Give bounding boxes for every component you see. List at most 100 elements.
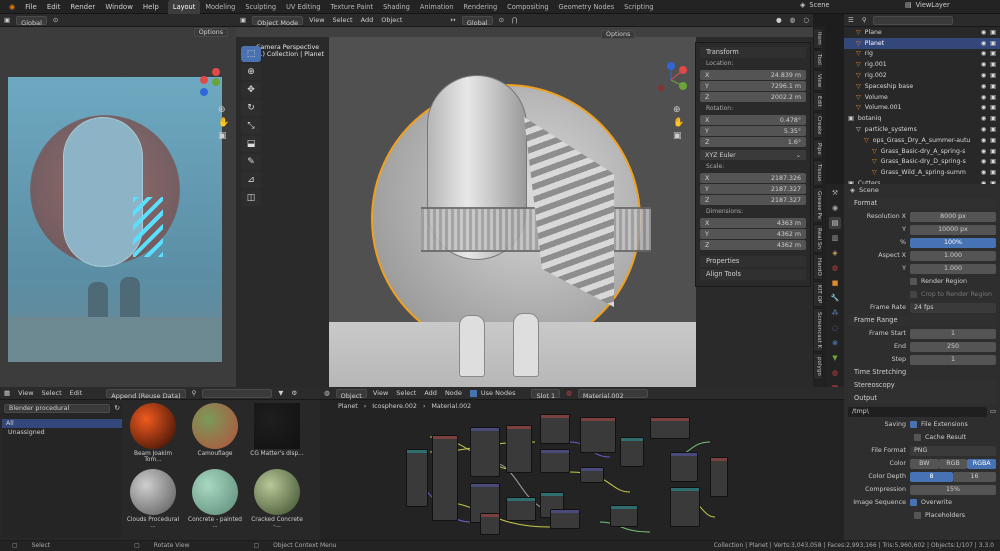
eye-icon[interactable]: ◉ [981,148,986,155]
color-rgb-button[interactable]: RGB [938,458,968,469]
sidebar-tab-hardops[interactable]: HardO [813,253,823,280]
file-extensions-checkbox[interactable] [910,421,917,428]
select-box-tool-icon[interactable]: ⬚ [241,46,261,62]
sidebar-tab-kitops[interactable]: KIT OP [813,280,823,307]
overwrite-checkbox[interactable] [910,499,917,506]
scene-props-icon[interactable]: ◈ [829,247,841,259]
camera-render-icon[interactable]: ▣ [990,115,996,122]
camera-render-icon[interactable]: ▣ [990,169,996,176]
pivot-icon[interactable]: ⊙ [495,14,508,27]
eye-icon[interactable]: ◉ [981,40,986,47]
eye-icon[interactable]: ◉ [981,61,986,68]
outliner-row[interactable]: ▽ Planet ◉ ▣ [844,37,1000,49]
left-view-options[interactable]: Options [192,28,230,37]
mode-dropdown[interactable]: Object Mode [252,15,304,27]
camera-render-icon[interactable]: ▣ [990,158,996,165]
shader-node[interactable] [710,457,728,497]
viewport-menu-view[interactable]: View [305,14,328,27]
shader-node[interactable] [670,487,700,527]
shader-node[interactable] [506,497,536,521]
depth-8-button[interactable]: 8 [910,471,953,482]
viewport-zoom-icon[interactable]: ⊕ [673,105,687,115]
node-menu-node[interactable]: Node [441,387,466,400]
asset-settings-gear-icon[interactable]: ⚙ [287,387,301,400]
location-y-field[interactable]: Y 7296.1 m [700,81,806,91]
eye-icon[interactable]: ◉ [981,50,986,57]
material-dropdown[interactable]: Material.002 [577,388,648,400]
tab-compositing[interactable]: Compositing [502,0,553,14]
camera-render-icon[interactable]: ▣ [990,29,996,36]
tab-shading[interactable]: Shading [378,0,415,14]
tab-modeling[interactable]: Modeling [200,0,240,14]
properties-section[interactable]: Properties [700,256,806,267]
tab-scripting[interactable]: Scripting [619,0,658,14]
viewport-pan-icon[interactable]: ✋ [673,118,687,128]
viewport-options-dropdown[interactable]: Options [601,30,636,39]
menu-help[interactable]: Help [138,0,164,14]
outliner-row[interactable]: ▽ rig.002 ◉ ▣ [844,70,1000,81]
scene-selector[interactable]: ◈ Scene [800,1,875,9]
eye-icon[interactable]: ◉ [981,94,986,101]
viewport-camera-icon[interactable]: ▣ [673,131,687,141]
render-region-checkbox[interactable] [910,278,917,285]
left-nav-gizmo[interactable] [186,62,222,100]
eye-icon[interactable]: ◉ [981,104,986,111]
shader-node[interactable] [406,449,428,507]
dimensions-y-field[interactable]: Y 4362 m [700,229,806,239]
color-rgba-button[interactable]: RGBA [967,458,997,469]
eye-icon[interactable]: ◉ [981,115,986,122]
sidebar-tab-polygoniq[interactable]: polygo [813,353,823,381]
tool-props-icon[interactable]: ⚒ [829,187,841,199]
view-layer-selector[interactable]: ▤ ViewLayer [905,1,950,9]
eye-icon[interactable]: ◉ [981,29,986,36]
node-editor-icon[interactable]: ◍ [320,387,334,400]
eye-icon[interactable]: ◉ [981,137,986,144]
shading-solid-icon[interactable]: ● [772,14,786,27]
format-section-header[interactable]: Format [848,198,996,209]
pan-hand-icon[interactable]: ✋ [218,118,232,128]
camera-render-icon[interactable]: ▣ [990,126,996,133]
main-viewport[interactable]: ▣ Object Mode View Select Add Object ↔ G… [236,14,813,387]
viewport-editor-icon[interactable]: ▣ [236,14,250,27]
tab-rendering[interactable]: Rendering [459,0,503,14]
shader-node[interactable] [540,449,570,473]
shader-node[interactable] [432,435,458,521]
frame-start-field[interactable]: 1 [910,328,996,339]
outliner-row[interactable]: ▽ Spaceship base ◉ ▣ [844,81,1000,92]
stereoscopy-section[interactable]: Stereoscopy [848,380,996,391]
sidebar-tab-create[interactable]: Create [813,111,823,139]
menu-edit[interactable]: Edit [42,0,66,14]
camera-render-icon[interactable]: ▣ [990,40,996,47]
resolution-percent-slider[interactable]: 100% [910,237,996,248]
tab-texture-paint[interactable]: Texture Paint [326,0,379,14]
transform-header[interactable]: Transform [700,47,806,58]
scale-tool-icon[interactable]: ⤡ [241,118,261,134]
eye-icon[interactable]: ◉ [981,126,986,133]
compression-slider[interactable]: 15% [910,484,996,495]
outliner-row[interactable]: ▣ botaniq ◉ ▣ [844,113,1000,124]
axis-gizmo-icon[interactable] [651,60,691,100]
shader-node[interactable] [580,417,616,453]
tab-layout[interactable]: Layout [167,0,201,14]
outliner-row[interactable]: ▽ Volume.001 ◉ ▣ [844,103,1000,114]
location-z-field[interactable]: Z 2002.2 m [700,92,806,102]
rotation-y-field[interactable]: Y 5.35° [700,126,806,136]
data-props-icon[interactable]: ▼ [829,352,841,364]
nav-gizmo-icon[interactable] [186,62,222,98]
shader-node[interactable] [670,452,698,482]
eye-icon[interactable]: ◉ [981,83,986,90]
world-props-icon[interactable]: ◍ [829,262,841,274]
modifier-props-icon[interactable]: 🔧 [829,292,841,304]
constraints-props-icon[interactable]: ⊗ [829,337,841,349]
orientation-dropdown[interactable]: Global [16,15,47,27]
shader-type-dropdown[interactable]: Object [335,388,367,400]
tab-animation[interactable]: Animation [415,0,459,14]
align-tools-section[interactable]: Align Tools [700,269,806,280]
outliner-row[interactable]: ▽ Grass_Basic-dry_D_spring-s ◉ ▣ [844,157,1000,168]
location-x-field[interactable]: X 24.839 m [700,70,806,80]
folder-icon[interactable]: ▭ [987,408,996,415]
asset-item[interactable]: Cracked Concrete -... [250,469,304,529]
sidebar-tab-pipe[interactable]: Pipe [813,139,823,160]
rotation-x-field[interactable]: X 0.478° [700,115,806,125]
outliner-row[interactable]: ▽ ops_Grass_Dry_A_summer-autu ◉ ▣ [844,135,1000,146]
